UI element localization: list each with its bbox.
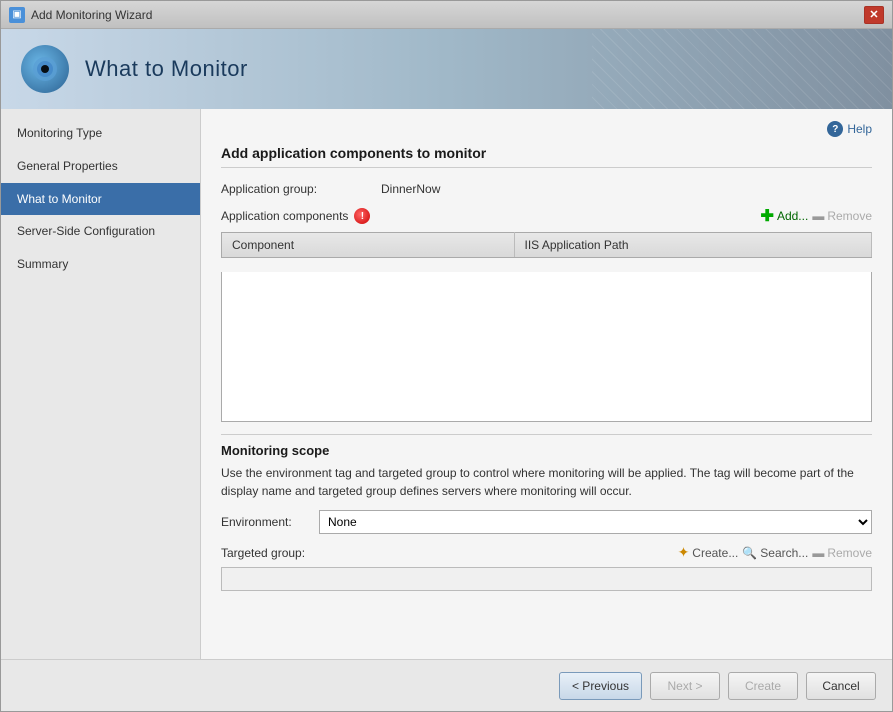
add-button[interactable]: ✚ Add... xyxy=(761,206,809,226)
title-bar: ▣ Add Monitoring Wizard ✕ xyxy=(1,1,892,29)
table-body-area[interactable] xyxy=(221,272,872,422)
environment-select-wrapper: None Production Staging Development Test xyxy=(319,510,872,534)
scope-description: Use the environment tag and targeted gro… xyxy=(221,464,872,500)
header-title: What to Monitor xyxy=(85,56,248,82)
app-components-header: Application components ! ✚ Add... ▬ Remo… xyxy=(221,206,872,226)
app-group-value: DinnerNow xyxy=(381,182,440,196)
sidebar: Monitoring Type General Properties What … xyxy=(1,109,201,659)
components-table: Component IIS Application Path xyxy=(221,232,872,258)
remove-targeted-button[interactable]: ▬ Remove xyxy=(812,546,872,560)
sidebar-item-summary[interactable]: Summary xyxy=(1,248,200,281)
targeted-group-actions: ✦ Create... 🔍 Search... ▬ Remove xyxy=(678,544,872,561)
targeted-group-label: Targeted group: xyxy=(221,546,305,560)
window-icon: ▣ xyxy=(9,7,25,23)
main-content: Monitoring Type General Properties What … xyxy=(1,109,892,659)
sidebar-item-general-properties[interactable]: General Properties xyxy=(1,150,200,183)
remove-icon: ▬ xyxy=(812,209,824,223)
environment-select[interactable]: None Production Staging Development Test xyxy=(319,510,872,534)
environment-label: Environment: xyxy=(221,515,311,529)
help-icon: ? xyxy=(827,121,843,137)
remove-button-label: Remove xyxy=(827,209,872,223)
action-buttons: ✚ Add... ▬ Remove xyxy=(761,206,872,226)
column-iis-path: IIS Application Path xyxy=(514,233,872,258)
targeted-group-row: Targeted group: ✦ Create... 🔍 Search... … xyxy=(221,544,872,561)
column-component: Component xyxy=(222,233,515,258)
remove-targeted-icon: ▬ xyxy=(812,546,824,560)
create-button[interactable]: Create xyxy=(728,672,798,700)
remove-targeted-label: Remove xyxy=(827,546,872,560)
sidebar-item-what-to-monitor[interactable]: What to Monitor xyxy=(1,183,200,216)
help-label: Help xyxy=(847,122,872,136)
search-icon: 🔍 xyxy=(742,546,757,560)
targeted-group-input[interactable] xyxy=(221,567,872,591)
remove-button[interactable]: ▬ Remove xyxy=(812,209,872,223)
add-icon: ✚ xyxy=(761,206,774,226)
add-button-label: Add... xyxy=(777,209,808,223)
footer: < Previous Next > Create Cancel xyxy=(1,659,892,711)
header-banner: What to Monitor xyxy=(1,29,892,109)
window-title: Add Monitoring Wizard xyxy=(31,8,152,22)
app-group-row: Application group: DinnerNow xyxy=(221,182,872,196)
app-components-label: Application components xyxy=(221,209,348,223)
cancel-button[interactable]: Cancel xyxy=(806,672,876,700)
search-button-label: Search... xyxy=(760,546,808,560)
title-bar-left: ▣ Add Monitoring Wizard xyxy=(9,7,152,23)
app-components-label-row: Application components ! xyxy=(221,208,370,224)
environment-row: Environment: None Production Staging Dev… xyxy=(221,510,872,534)
scope-title: Monitoring scope xyxy=(221,443,872,458)
sidebar-item-server-side-configuration[interactable]: Server-Side Configuration xyxy=(1,215,200,248)
right-panel: ? Help Add application components to mon… xyxy=(201,109,892,659)
monitoring-scope-section: Monitoring scope Use the environment tag… xyxy=(221,426,872,591)
sidebar-item-monitoring-type[interactable]: Monitoring Type xyxy=(1,117,200,150)
table-header-row: Component IIS Application Path xyxy=(222,233,872,258)
create-icon: ✦ xyxy=(678,544,690,561)
help-link[interactable]: ? Help xyxy=(221,121,872,137)
wizard-window: ▣ Add Monitoring Wizard ✕ What to Monito… xyxy=(0,0,893,712)
close-button[interactable]: ✕ xyxy=(864,6,884,24)
search-targeted-button[interactable]: 🔍 Search... xyxy=(742,546,808,560)
app-group-label: Application group: xyxy=(221,182,381,196)
create-button-label: Create... xyxy=(692,546,738,560)
next-button[interactable]: Next > xyxy=(650,672,720,700)
previous-button[interactable]: < Previous xyxy=(559,672,642,700)
header-icon xyxy=(21,45,69,93)
section-title: Add application components to monitor xyxy=(221,145,872,168)
divider xyxy=(221,434,872,435)
create-targeted-button[interactable]: ✦ Create... xyxy=(678,544,739,561)
error-icon: ! xyxy=(354,208,370,224)
